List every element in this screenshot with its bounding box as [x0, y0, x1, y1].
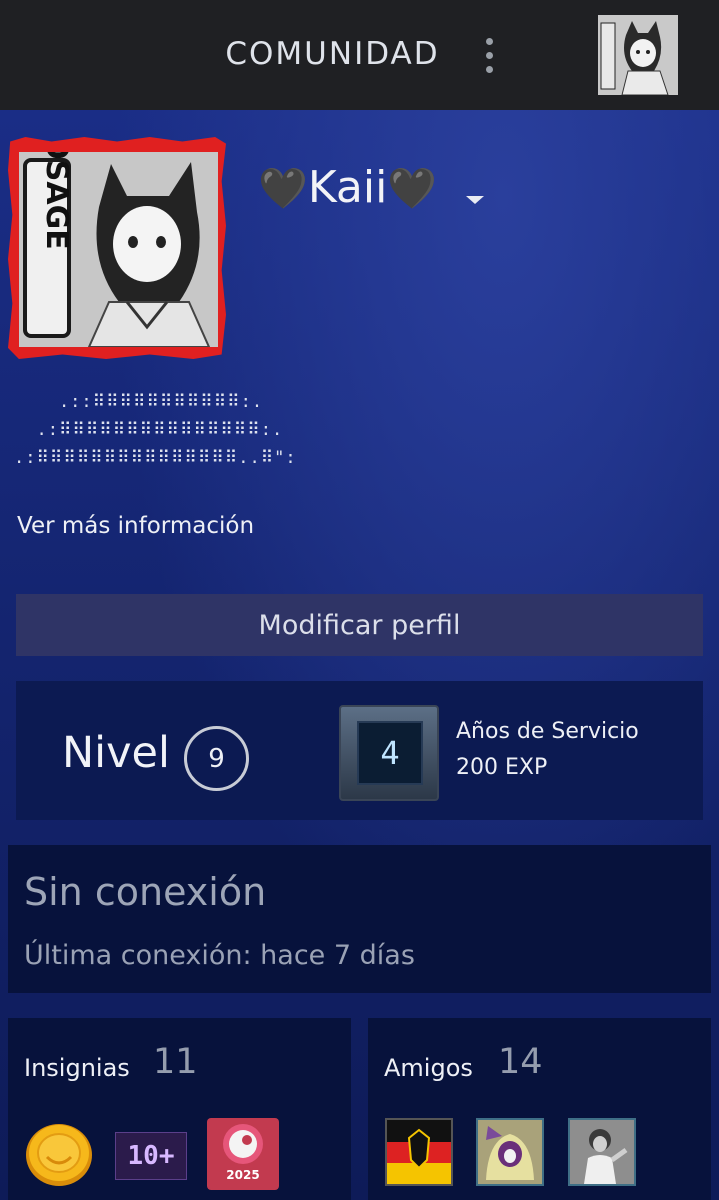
years-badge-value: 4 — [357, 721, 423, 785]
status-last-seen: Última conexión: hace 7 días — [24, 940, 415, 971]
friend-avatar-photo[interactable] — [568, 1118, 636, 1186]
steam-2025-badge-text: 2025 — [226, 1168, 260, 1182]
10-plus-badge-icon[interactable]: 10+ — [115, 1132, 187, 1180]
profile-avatar-frame: OSAGE — [8, 137, 226, 359]
gold-coin-badge-icon[interactable] — [25, 1123, 93, 1188]
years-badge-xp: 200 EXP — [456, 755, 548, 780]
profile-avatar: OSAGE — [19, 152, 218, 347]
summary-art-line: .:⠿⠿⠿⠿⠿⠿⠿⠿⠿⠿⠿⠿⠿⠿⠿:. — [14, 420, 284, 440]
steam-2025-badge-icon[interactable]: 2025 — [207, 1118, 279, 1190]
10-plus-badge-text: 10+ — [127, 1141, 175, 1171]
online-status-panel: Sin conexión Última conexión: hace 7 día… — [8, 845, 711, 993]
top-bar: COMUNIDAD — [0, 0, 719, 110]
level-badge[interactable]: 9 — [184, 726, 249, 791]
friend-avatar-character[interactable] — [476, 1118, 544, 1186]
username-text: Kaii — [307, 162, 388, 213]
level-panel: Nivel 9 4 Años de Servicio 200 EXP — [16, 681, 703, 820]
years-badge-title: Años de Servicio — [456, 719, 639, 744]
edit-profile-button[interactable]: Modificar perfil — [16, 594, 703, 656]
status-state: Sin conexión — [24, 870, 267, 914]
level-label: Nivel — [62, 728, 170, 778]
chevron-down-icon[interactable] — [466, 196, 484, 204]
black-heart-icon: 🖤 — [387, 166, 438, 212]
profile-username[interactable]: 🖤Kaii🖤 — [258, 162, 437, 213]
kebab-menu-icon[interactable] — [478, 38, 502, 74]
summary-art-line: .:⠿⠿⠿⠿⠿⠿⠿⠿⠿⠿⠿⠿⠿⠿⠿..⠿": — [14, 448, 297, 468]
friends-count: 14 — [498, 1042, 543, 1082]
badges-count: 11 — [153, 1042, 198, 1082]
profile-summary-art: .::⠿⠿⠿⠿⠿⠿⠿⠿⠿⠿⠿:. .:⠿⠿⠿⠿⠿⠿⠿⠿⠿⠿⠿⠿⠿⠿⠿:. .:⠿… — [14, 388, 297, 472]
account-avatar[interactable] — [598, 15, 678, 95]
years-of-service-badge-icon[interactable]: 4 — [339, 705, 439, 801]
more-info-link[interactable]: Ver más información — [17, 513, 254, 539]
friends-title: Amigos — [384, 1054, 473, 1082]
summary-art-line: .::⠿⠿⠿⠿⠿⠿⠿⠿⠿⠿⠿:. — [14, 392, 264, 412]
svg-text:OSAGE: OSAGE — [39, 152, 74, 250]
page-title: COMUNIDAD — [225, 36, 440, 72]
badges-title: Insignias — [24, 1054, 130, 1082]
friend-avatar-flag[interactable] — [385, 1118, 453, 1186]
black-heart-icon: 🖤 — [258, 166, 308, 212]
